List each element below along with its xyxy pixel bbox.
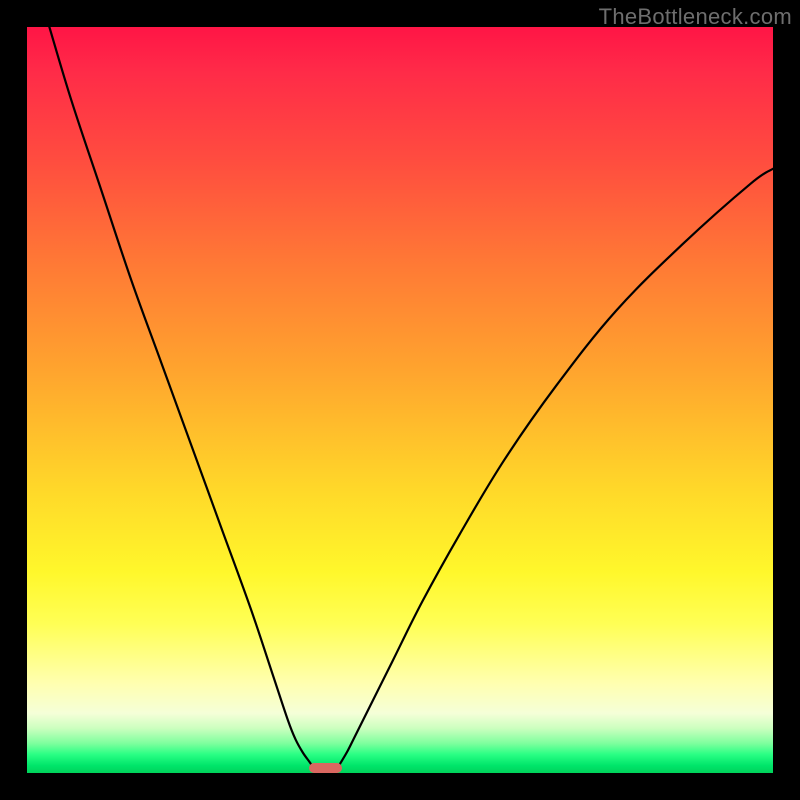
plot-area bbox=[27, 27, 773, 773]
watermark-text: TheBottleneck.com bbox=[599, 4, 792, 30]
curve-left bbox=[49, 27, 316, 773]
curve-layer bbox=[27, 27, 773, 773]
min-marker bbox=[309, 763, 343, 773]
chart-frame: TheBottleneck.com bbox=[0, 0, 800, 800]
curve-right bbox=[334, 169, 773, 773]
